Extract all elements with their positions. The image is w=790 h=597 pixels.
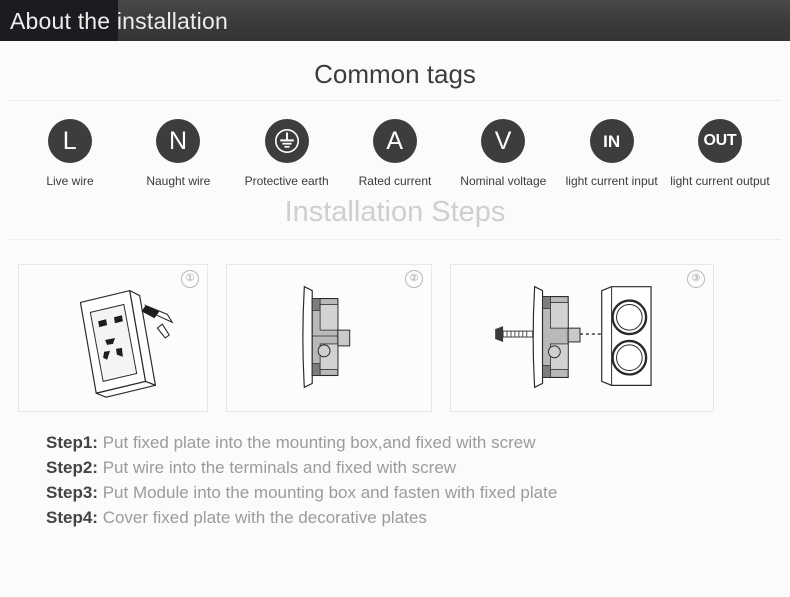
step-desc-4: Cover fixed plate with the decorative pl…	[102, 508, 427, 527]
page-title: About the installation	[10, 8, 228, 34]
letter-v-icon: V	[481, 119, 526, 163]
installation-panel-1: ①	[18, 264, 208, 412]
tag-label-light-current-output: light current output	[670, 174, 770, 188]
step-line-4: Step4: Cover fixed plate with the decora…	[46, 505, 790, 530]
tag-nominal-voltage: V Nominal voltage	[451, 119, 555, 188]
tag-light-current-input: IN light current input	[560, 119, 664, 188]
tag-label-protective-earth: Protective earth	[244, 174, 329, 188]
screw-module-mounting-plate-art	[495, 285, 652, 389]
step-desc-3: Put Module into the mounting box and fas…	[102, 483, 558, 502]
tag-live-wire: L Live wire	[18, 119, 122, 188]
installation-panel-3: ③	[450, 264, 714, 412]
letter-a-icon-glyph: A	[386, 126, 404, 155]
common-tags-row: L Live wire N Naught wire Protective ear…	[0, 101, 790, 188]
installation-panel-2: ②	[226, 264, 432, 412]
letter-n-icon: N	[156, 119, 201, 163]
step-label-3: Step3:	[46, 483, 98, 502]
step-label-2: Step2:	[46, 458, 98, 477]
tag-rated-current: A Rated current	[343, 119, 447, 188]
step-label-1: Step1:	[46, 433, 98, 452]
installation-steps-title: Installation Steps	[284, 196, 506, 228]
steps-text-list: Step1: Put fixed plate into the mounting…	[0, 412, 790, 530]
step-desc-2: Put wire into the terminals and fixed wi…	[102, 458, 457, 477]
tag-light-current-output: OUT light current output	[668, 119, 772, 188]
divider-under-installation-title	[9, 239, 781, 240]
step-line-1: Step1: Put fixed plate into the mounting…	[46, 430, 790, 455]
socket-faceplate-with-tool-art	[79, 290, 174, 398]
socket-module-side-view-art	[302, 285, 351, 389]
tag-protective-earth: Protective earth	[235, 119, 339, 188]
step-line-3: Step3: Put Module into the mounting box …	[46, 480, 790, 505]
letter-l-icon: L	[48, 119, 92, 163]
mounting-plate-shape	[601, 286, 652, 386]
letter-l-icon-glyph: L	[62, 126, 78, 155]
letter-v-icon-glyph: V	[494, 126, 512, 155]
tag-label-rated-current: Rated current	[358, 174, 432, 188]
common-tags-title: Common tags	[314, 59, 476, 89]
letter-a-icon: A	[372, 119, 417, 163]
tag-label-live-wire: Live wire	[46, 174, 94, 188]
screw-shape	[495, 326, 534, 342]
step-label-4: Step4:	[46, 508, 98, 527]
step-line-2: Step2: Put wire into the terminals and f…	[46, 455, 790, 480]
tag-label-light-current-input: light current input	[565, 174, 658, 188]
in-icon-glyph: IN	[603, 131, 621, 151]
protective-earth-icon-svg	[274, 129, 299, 153]
step-desc-1: Put fixed plate into the mounting box,an…	[102, 433, 536, 452]
common-tags-section: Common tags L Live wire N Naught wire Pr…	[0, 41, 790, 188]
in-icon: IN	[589, 119, 634, 163]
installation-steps-section: Installation Steps ① ② ③ Step1: Put fixe…	[0, 188, 790, 530]
tag-label-nominal-voltage: Nominal voltage	[460, 174, 547, 188]
protective-earth-icon	[264, 119, 309, 163]
tag-naught-wire: N Naught wire	[126, 119, 230, 188]
page-header: About the installation	[0, 0, 790, 41]
letter-n-icon-glyph: N	[169, 126, 188, 155]
out-icon: OUT	[697, 119, 742, 163]
tag-label-naught-wire: Naught wire	[146, 174, 211, 188]
out-icon-glyph: OUT	[703, 132, 737, 149]
installation-panels: ① ② ③	[0, 264, 790, 412]
